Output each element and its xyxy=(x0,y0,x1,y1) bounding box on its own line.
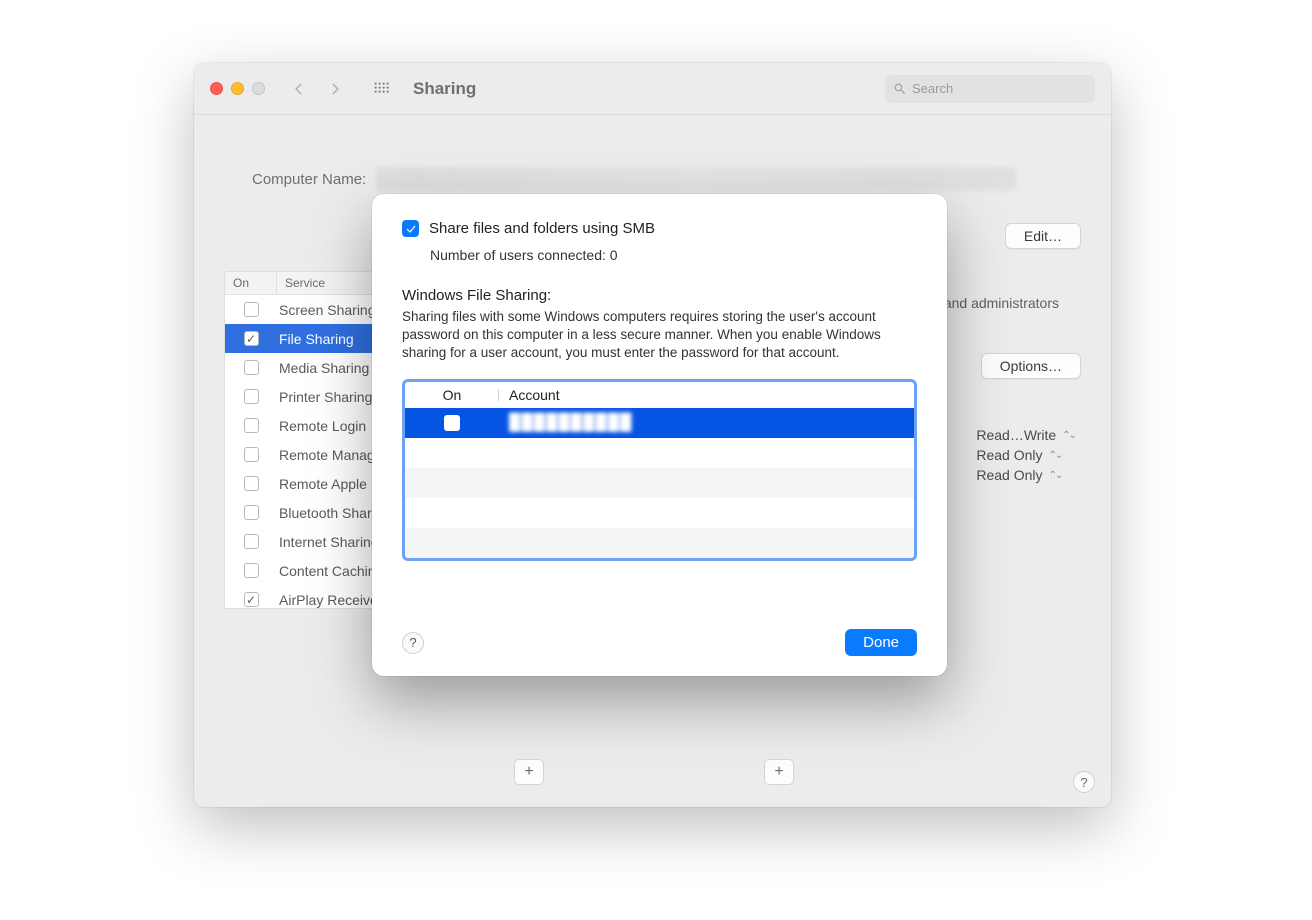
chevron-updown-icon: ⌃⌄ xyxy=(1062,430,1075,441)
search-input[interactable]: Search xyxy=(885,75,1095,103)
account-row-empty xyxy=(405,438,914,468)
checkbox-icon[interactable] xyxy=(244,302,259,317)
account-row[interactable]: ██████████ xyxy=(405,408,914,438)
checkbox-icon[interactable] xyxy=(244,534,259,549)
back-button[interactable] xyxy=(285,75,313,103)
smb-options-sheet: Share files and folders using SMB Number… xyxy=(372,194,947,676)
search-icon xyxy=(893,82,906,95)
permissions-list: Read…Write⌃⌄ Read Only⌃⌄ Read Only⌃⌄ xyxy=(976,427,1075,483)
done-button[interactable]: Done xyxy=(845,629,917,656)
sheet-help-button[interactable]: ? xyxy=(402,632,424,654)
computer-name-field[interactable] xyxy=(376,167,1016,191)
show-all-icon[interactable] xyxy=(367,75,395,103)
options-button[interactable]: Options… xyxy=(981,353,1081,379)
permission-selector[interactable]: Read Only⌃⌄ xyxy=(976,467,1075,483)
minimize-window-button[interactable] xyxy=(231,82,244,95)
account-checkbox[interactable] xyxy=(444,415,460,431)
chevron-updown-icon: ⌃⌄ xyxy=(1049,470,1062,481)
smb-checkbox[interactable] xyxy=(402,220,419,237)
users-connected-text: Number of users connected: 0 xyxy=(430,247,917,263)
checkbox-icon[interactable] xyxy=(244,592,259,607)
account-row-empty xyxy=(405,498,914,528)
accounts-header-account: Account xyxy=(499,387,560,403)
checkbox-icon[interactable] xyxy=(244,360,259,375)
permission-selector[interactable]: Read…Write⌃⌄ xyxy=(976,427,1075,443)
checkbox-icon[interactable] xyxy=(244,447,259,462)
smb-label: Share files and folders using SMB xyxy=(429,220,655,237)
checkbox-icon[interactable] xyxy=(244,389,259,404)
help-button[interactable]: ? xyxy=(1073,771,1095,793)
forward-button[interactable] xyxy=(321,75,349,103)
search-placeholder: Search xyxy=(912,81,953,96)
account-name: ██████████ xyxy=(499,414,632,432)
add-folder-button[interactable]: + xyxy=(514,759,544,785)
chevron-updown-icon: ⌃⌄ xyxy=(1049,450,1062,461)
computer-name-label: Computer Name: xyxy=(252,171,366,188)
admin-text: and administrators xyxy=(944,295,1059,311)
services-header-on: On xyxy=(225,272,277,294)
checkbox-icon[interactable] xyxy=(244,418,259,433)
checkbox-icon[interactable] xyxy=(244,331,259,346)
account-row-empty xyxy=(405,468,914,498)
checkbox-icon[interactable] xyxy=(244,505,259,520)
account-row-empty xyxy=(405,528,914,558)
windows-file-sharing-title: Windows File Sharing: xyxy=(402,287,917,304)
accounts-header-on: On xyxy=(405,387,499,403)
accounts-header: On Account xyxy=(405,382,914,408)
checkbox-icon[interactable] xyxy=(244,476,259,491)
windows-file-sharing-description: Sharing files with some Windows computer… xyxy=(402,308,917,363)
checkbox-icon[interactable] xyxy=(244,563,259,578)
edit-button[interactable]: Edit… xyxy=(1005,223,1081,249)
window-title: Sharing xyxy=(413,79,476,99)
window-traffic-lights xyxy=(210,82,265,95)
add-user-button[interactable]: + xyxy=(764,759,794,785)
window-titlebar: Sharing Search xyxy=(194,63,1111,115)
permission-selector[interactable]: Read Only⌃⌄ xyxy=(976,447,1075,463)
close-window-button[interactable] xyxy=(210,82,223,95)
accounts-table: On Account ██████████ xyxy=(402,379,917,561)
zoom-window-button[interactable] xyxy=(252,82,265,95)
